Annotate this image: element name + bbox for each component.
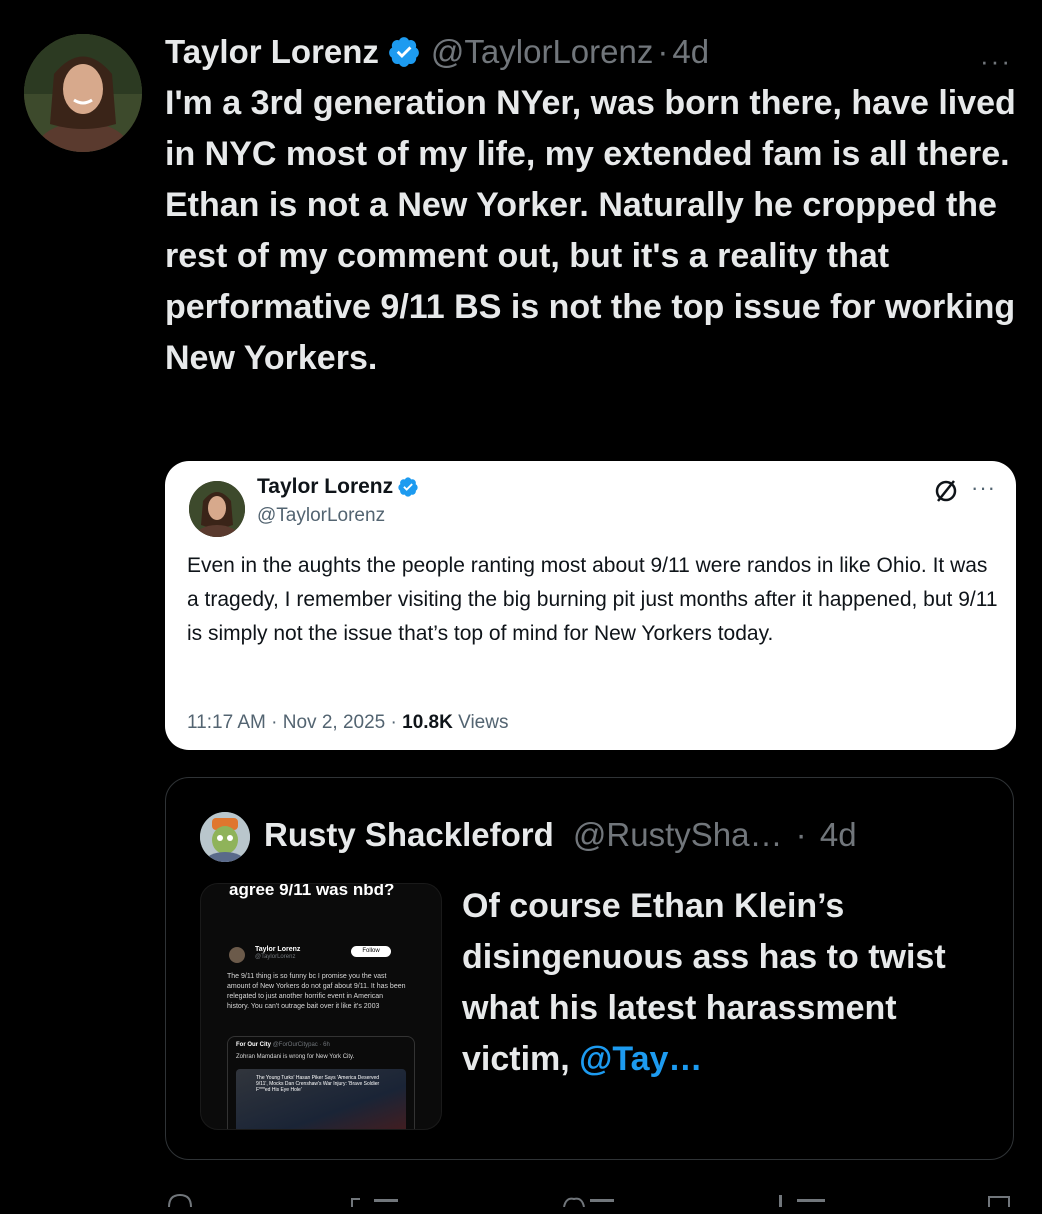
quoted-text-body: Of course Ethan Klein’s disingenuous ass… <box>462 887 946 1078</box>
embedded-avatar <box>189 481 245 537</box>
dot-separator: · <box>657 33 669 70</box>
author-handle[interactable]: @TaylorLorenz <box>431 33 653 71</box>
embedded-views-count: 10.8K <box>402 712 453 733</box>
author-avatar[interactable] <box>24 34 142 152</box>
avatar-image <box>189 481 245 537</box>
thumbnail-news-image: The Young Turks' Hasan Piker Says 'Ameri… <box>236 1069 406 1129</box>
quoted-header: Rusty Shackleford @RustySha… · 4d <box>264 816 857 854</box>
thumbnail-sub-author: For Our City @ForOurCitypac · 6h <box>236 1042 330 1048</box>
more-options-icon[interactable]: ··· <box>980 46 1012 77</box>
thumbnail-sub-text: Zohran Mamdani is wrong for New York Cit… <box>236 1054 355 1060</box>
embedded-tweet-text: Even in the aughts the people ranting mo… <box>187 554 998 645</box>
thumbnail-sub-name: For Our City <box>236 1042 272 1048</box>
action-bar <box>165 1186 1015 1208</box>
thumbnail-subquote: For Our City @ForOurCitypac · 6h Zohran … <box>227 1036 415 1129</box>
verified-badge-icon <box>389 37 419 67</box>
avatar-image <box>200 812 250 862</box>
reply-icon[interactable] <box>165 1186 195 1208</box>
like-icon[interactable] <box>560 1186 620 1208</box>
embedded-author: Taylor Lorenz <box>257 475 419 499</box>
thumbnail-follow-button: Follow <box>351 946 391 957</box>
avatar-image <box>24 34 142 152</box>
embedded-tweet-meta: 11:17 AM · Nov 2, 2025 · 10.8K Views <box>187 712 509 733</box>
quoted-post-text: Of course Ethan Klein’s disingenuous ass… <box>462 881 1002 1085</box>
embedded-time: 11:17 AM <box>187 712 266 733</box>
thumbnail-sub-handle: @ForOurCitypac · 6h <box>272 1042 330 1048</box>
edited-slash-icon <box>935 480 957 502</box>
thumbnail-handle: @TaylorLorenz <box>255 954 296 960</box>
thumbnail-image-caption: The Young Turks' Hasan Piker Says 'Ameri… <box>256 1075 380 1093</box>
quoted-media-thumbnail[interactable]: agree 9/11 was nbd? Taylor Lorenz @Taylo… <box>200 883 442 1130</box>
quoted-author-handle[interactable]: @RustySha… <box>573 816 783 853</box>
post-header: Taylor Lorenz @TaylorLorenz · 4d <box>165 30 1025 74</box>
thumbnail-text: The 9/11 thing is so funny bc I promise … <box>227 973 406 1010</box>
quoted-post[interactable]: Rusty Shackleford @RustySha… · 4d agree … <box>165 777 1014 1160</box>
thumbnail-avatar <box>229 947 245 963</box>
more-options-icon: ··· <box>971 475 996 500</box>
post-time[interactable]: 4d <box>672 33 709 71</box>
embedded-author-name: Taylor Lorenz <box>257 475 394 498</box>
embedded-tweet-screenshot[interactable]: Taylor Lorenz @TaylorLorenz ··· Even in … <box>165 461 1016 750</box>
quoted-post-time[interactable]: 4d <box>820 816 857 853</box>
post-text: I'm a 3rd generation NYer, was born ther… <box>165 84 1016 377</box>
views-icon[interactable] <box>773 1186 833 1207</box>
repost-icon[interactable] <box>348 1186 408 1207</box>
quoted-author-name[interactable]: Rusty Shackleford <box>264 816 554 853</box>
verified-badge-icon <box>398 477 418 497</box>
embedded-date: Nov 2, 2025 <box>282 712 386 733</box>
embedded-handle: @TaylorLorenz <box>257 505 386 526</box>
author-name[interactable]: Taylor Lorenz <box>165 33 379 71</box>
thumbnail-headline: agree 9/11 was nbd? <box>229 883 395 899</box>
quoted-author-avatar <box>200 812 250 862</box>
quoted-mention-link[interactable]: @Tay… <box>579 1040 702 1078</box>
dot-separator: · <box>795 816 807 853</box>
embedded-views-label: Views <box>458 712 509 733</box>
thumbnail-name: Taylor Lorenz <box>255 946 301 953</box>
bookmark-icon[interactable] <box>985 1186 1015 1207</box>
